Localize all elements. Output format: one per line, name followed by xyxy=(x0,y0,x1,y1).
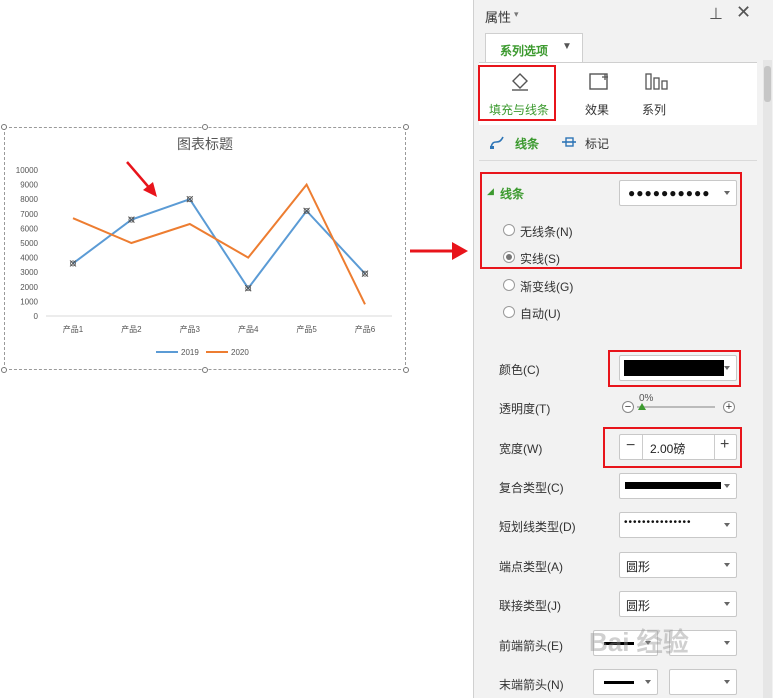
annotation-arrow-icon xyxy=(126,161,157,197)
subtab-label: 标记 xyxy=(585,137,610,151)
y-tick-label: 10000 xyxy=(16,166,39,175)
y-tick-label: 4000 xyxy=(20,254,38,263)
slider-thumb[interactable] xyxy=(638,403,646,410)
close-icon[interactable]: ✕ xyxy=(736,2,751,23)
y-tick-label: 2000 xyxy=(20,283,38,292)
tab-effects[interactable]: 效果 xyxy=(578,67,624,119)
chart-legend: 2019 2020 xyxy=(156,348,249,357)
end-arrow-type-dropdown[interactable] xyxy=(593,669,658,695)
y-tick-label: 5000 xyxy=(20,239,38,248)
chevron-down-icon xyxy=(724,523,730,527)
marker-icon xyxy=(562,137,576,147)
dotted-line-preview: ••••••••••••••• xyxy=(624,517,692,528)
width-label: 宽度(W) xyxy=(499,442,543,456)
x-tick-label: 产品1 xyxy=(63,324,84,334)
y-tick-label: 3000 xyxy=(20,268,38,277)
color-label: 颜色(C) xyxy=(499,363,540,377)
y-tick-label: 8000 xyxy=(20,195,38,204)
x-tick-label: 产品6 xyxy=(355,324,376,334)
x-axis-labels: 产品1 产品2 产品3 产品4 产品5 产品6 xyxy=(63,324,376,334)
chevron-down-icon xyxy=(724,641,730,645)
panel-title: 属性 xyxy=(485,10,512,25)
series-layer[interactable] xyxy=(69,182,369,305)
join-type-label: 联接类型(J) xyxy=(499,599,561,613)
end-arrow-label: 末端箭头(N) xyxy=(499,678,564,692)
chevron-down-icon xyxy=(645,680,651,684)
dash-type-label: 短划线类型(D) xyxy=(499,520,576,534)
x-tick-label: 产品5 xyxy=(296,324,317,334)
chevron-down-icon: ▼ xyxy=(562,41,572,52)
cap-type-dropdown[interactable]: 圆形 xyxy=(619,552,737,578)
effects-icon xyxy=(589,73,608,90)
transparency-slider[interactable] xyxy=(637,406,715,408)
legend-label: 2019 xyxy=(181,348,199,357)
compound-type-label: 复合类型(C) xyxy=(499,481,564,495)
dropdown-value: 圆形 xyxy=(626,599,651,613)
tab-label: 系列 xyxy=(642,103,667,117)
y-tick-label: 1000 xyxy=(20,297,38,306)
line-icon xyxy=(490,136,504,149)
line-chart: 图表标题 10000900080007000600050004000300020… xyxy=(16,136,468,357)
tab-label: 效果 xyxy=(585,103,610,117)
minus-icon[interactable]: − xyxy=(622,401,634,413)
y-tick-label: 6000 xyxy=(20,224,38,233)
y-axis-labels: 1000090008000700060005000400030002000100… xyxy=(16,166,39,321)
chevron-down-icon xyxy=(724,563,730,567)
dash-type-dropdown[interactable]: ••••••••••••••• xyxy=(619,512,737,538)
annotation-arrow-icon xyxy=(410,242,468,260)
highlight-box xyxy=(608,350,741,387)
tab-series-options[interactable]: 系列选项 ▼ xyxy=(485,33,583,63)
y-tick-label: 0 xyxy=(34,312,39,321)
pin-icon[interactable]: ⊥ xyxy=(709,4,723,24)
compound-type-dropdown[interactable] xyxy=(619,473,737,499)
chevron-down-icon xyxy=(724,602,730,606)
solid-line-preview xyxy=(625,482,721,489)
tab-series[interactable]: 系列 xyxy=(634,67,680,119)
cap-type-label: 端点类型(A) xyxy=(499,560,563,574)
x-tick-label: 产品4 xyxy=(238,324,259,334)
y-tick-label: 9000 xyxy=(20,181,38,190)
subtab-line[interactable]: 线条 xyxy=(488,133,548,153)
series-bars-icon xyxy=(645,73,668,90)
highlight-box xyxy=(603,427,742,468)
y-tick-label: 7000 xyxy=(20,210,38,219)
highlight-box xyxy=(478,65,556,121)
scrollbar-track[interactable] xyxy=(763,60,772,698)
plus-icon[interactable]: + xyxy=(723,401,735,413)
tab-label: 系列选项 xyxy=(500,44,549,58)
transparency-label: 透明度(T) xyxy=(499,402,551,416)
radio-label: 渐变线(G) xyxy=(520,280,574,294)
scrollbar-thumb[interactable] xyxy=(764,66,771,102)
x-tick-label: 产品3 xyxy=(180,324,201,334)
subtab-label: 线条 xyxy=(515,137,540,151)
begin-arrow-label: 前端箭头(E) xyxy=(499,639,563,653)
highlight-box xyxy=(480,172,742,269)
chevron-down-icon xyxy=(724,484,730,488)
chart-title[interactable]: 图表标题 xyxy=(177,136,233,152)
chevron-down-icon[interactable]: ▾ xyxy=(514,9,519,20)
join-type-dropdown[interactable]: 圆形 xyxy=(619,591,737,617)
legend-label: 2020 xyxy=(231,348,249,357)
end-arrow-size-dropdown[interactable] xyxy=(669,669,737,695)
dropdown-value: 圆形 xyxy=(626,560,651,574)
watermark: Bai 经验 xyxy=(589,627,689,657)
properties-panel: 属性 ▾ ⊥ ✕ 系列选项 ▼ 填充与线条 效果 系列 线条 标记 ◢ 线条 ●… xyxy=(473,0,773,698)
radio-label: 自动(U) xyxy=(520,307,561,321)
x-tick-label: 产品2 xyxy=(121,324,142,334)
chevron-down-icon xyxy=(724,680,730,684)
subtab-marker[interactable]: 标记 xyxy=(560,133,620,153)
